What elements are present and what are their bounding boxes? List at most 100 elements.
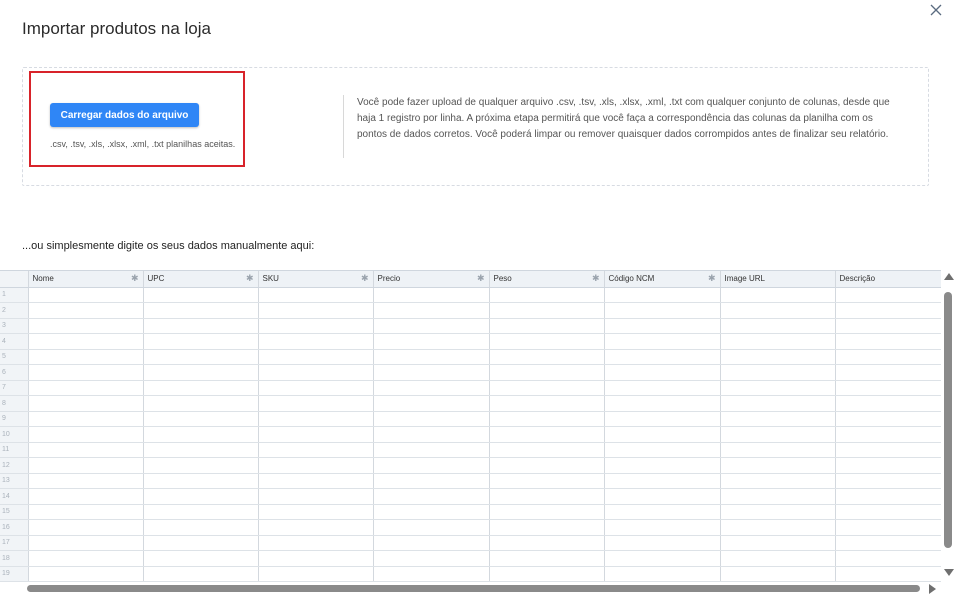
grid-cell[interactable] (604, 550, 721, 567)
grid-cell[interactable] (28, 550, 144, 567)
grid-cell[interactable] (143, 566, 259, 582)
grid-cell[interactable] (28, 287, 144, 303)
grid-cell[interactable] (835, 395, 941, 412)
grid-cell[interactable] (143, 333, 259, 350)
grid-cell[interactable] (604, 566, 721, 582)
column-header[interactable]: Peso ✱ (489, 271, 605, 288)
grid-cell[interactable] (835, 504, 941, 520)
grid-cell[interactable] (489, 411, 605, 427)
grid-cell[interactable] (720, 411, 836, 427)
grid-cell[interactable] (373, 426, 490, 443)
grid-cell[interactable] (373, 488, 490, 505)
grid-cell[interactable] (835, 566, 941, 582)
grid-cell[interactable] (373, 519, 490, 536)
grid-cell[interactable] (720, 395, 836, 412)
column-header[interactable]: Código NCM ✱ (604, 271, 721, 288)
horizontal-scrollbar[interactable] (0, 582, 941, 596)
grid-cell[interactable] (28, 333, 144, 350)
grid-cell[interactable] (604, 411, 721, 427)
grid-cell[interactable] (489, 333, 605, 350)
grid-cell[interactable] (373, 535, 490, 551)
grid-cell[interactable] (720, 426, 836, 443)
grid-cell[interactable] (28, 411, 144, 427)
grid-cell[interactable] (143, 302, 259, 319)
grid-cell[interactable] (373, 395, 490, 412)
grid-cell[interactable] (143, 535, 259, 551)
grid-cell[interactable] (489, 519, 605, 536)
grid-cell[interactable] (489, 426, 605, 443)
column-header[interactable]: Nome ✱ (28, 271, 144, 288)
grid-cell[interactable] (835, 488, 941, 505)
grid-cell[interactable] (373, 566, 490, 582)
grid-cell[interactable] (143, 318, 259, 334)
grid-cell[interactable] (373, 302, 490, 319)
grid-cell[interactable] (28, 488, 144, 505)
grid-cell[interactable] (28, 519, 144, 536)
grid-cell[interactable] (143, 349, 259, 365)
grid-cell[interactable] (604, 318, 721, 334)
grid-cell[interactable] (28, 364, 144, 381)
scroll-right-icon[interactable] (929, 584, 936, 594)
grid-cell[interactable] (373, 380, 490, 396)
grid-cell[interactable] (489, 287, 605, 303)
grid-cell[interactable] (258, 535, 374, 551)
grid-cell[interactable] (720, 318, 836, 334)
grid-cell[interactable] (258, 473, 374, 489)
grid-cell[interactable] (489, 318, 605, 334)
grid-cell[interactable] (258, 426, 374, 443)
grid-cell[interactable] (835, 380, 941, 396)
grid-cell[interactable] (489, 504, 605, 520)
grid-cell[interactable] (835, 349, 941, 365)
grid-cell[interactable] (28, 442, 144, 458)
grid-cell[interactable] (489, 550, 605, 567)
grid-cell[interactable] (373, 442, 490, 458)
grid-cell[interactable] (720, 566, 836, 582)
grid-cell[interactable] (489, 302, 605, 319)
grid-cell[interactable] (835, 442, 941, 458)
grid-cell[interactable] (604, 504, 721, 520)
grid-cell[interactable] (720, 504, 836, 520)
grid-cell[interactable] (143, 504, 259, 520)
grid-cell[interactable] (143, 519, 259, 536)
horizontal-scroll-thumb[interactable] (27, 585, 920, 592)
grid-cell[interactable] (373, 318, 490, 334)
grid-cell[interactable] (258, 550, 374, 567)
grid-cell[interactable] (373, 333, 490, 350)
grid-cell[interactable] (143, 395, 259, 412)
grid-cell[interactable] (835, 426, 941, 443)
grid-cell[interactable] (258, 287, 374, 303)
grid-cell[interactable] (373, 287, 490, 303)
grid-cell[interactable] (720, 333, 836, 350)
grid-cell[interactable] (28, 380, 144, 396)
grid-cell[interactable] (604, 426, 721, 443)
column-header[interactable]: UPC ✱ (143, 271, 259, 288)
vertical-scroll-thumb[interactable] (944, 292, 952, 548)
data-grid[interactable]: Nome ✱ UPC ✱ SKU ✱ Precio ✱ Peso ✱ Código NCM ✱ Imag… (0, 270, 941, 582)
grid-cell[interactable] (604, 395, 721, 412)
grid-cell[interactable] (835, 519, 941, 536)
grid-cell[interactable] (835, 473, 941, 489)
grid-cell[interactable] (258, 488, 374, 505)
grid-cell[interactable] (489, 364, 605, 381)
grid-cell[interactable] (835, 333, 941, 350)
grid-cell[interactable] (604, 519, 721, 536)
grid-cell[interactable] (720, 457, 836, 474)
grid-cell[interactable] (489, 380, 605, 396)
grid-cell[interactable] (143, 287, 259, 303)
grid-cell[interactable] (28, 535, 144, 551)
grid-cell[interactable] (720, 380, 836, 396)
grid-cell[interactable] (28, 426, 144, 443)
close-icon[interactable] (930, 4, 946, 20)
column-header[interactable]: Precio ✱ (373, 271, 490, 288)
grid-cell[interactable] (489, 395, 605, 412)
grid-cell[interactable] (258, 349, 374, 365)
grid-cell[interactable] (258, 302, 374, 319)
grid-cell[interactable] (373, 411, 490, 427)
grid-cell[interactable] (28, 349, 144, 365)
grid-cell[interactable] (143, 411, 259, 427)
grid-cell[interactable] (604, 287, 721, 303)
grid-cell[interactable] (143, 380, 259, 396)
grid-cell[interactable] (258, 364, 374, 381)
upload-file-button[interactable]: Carregar dados do arquivo (50, 103, 199, 127)
grid-cell[interactable] (489, 566, 605, 582)
